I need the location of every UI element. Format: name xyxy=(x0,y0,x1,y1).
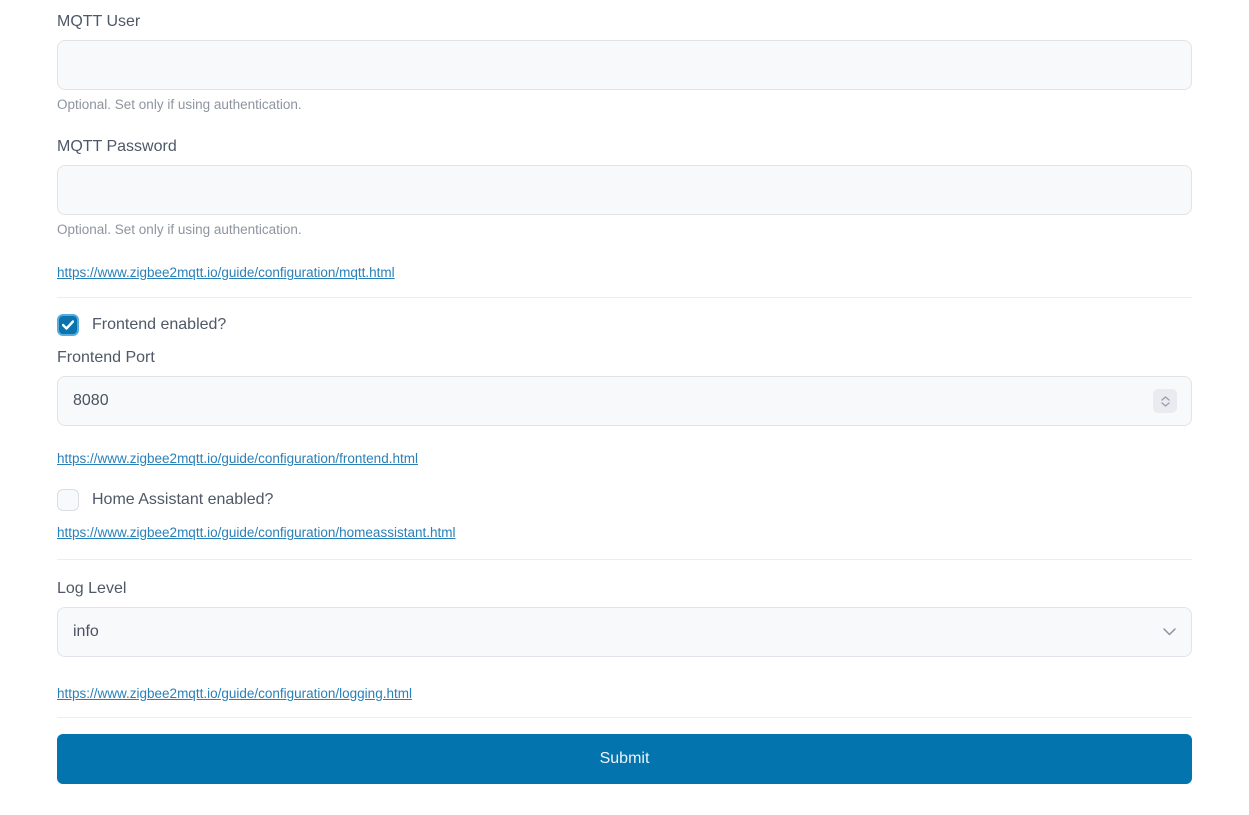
mqtt-user-label: MQTT User xyxy=(57,12,1192,31)
home-assistant-enabled-checkbox[interactable] xyxy=(57,489,79,511)
divider xyxy=(57,297,1192,298)
chevron-down-icon xyxy=(1161,402,1170,407)
home-assistant-enabled-row: Home Assistant enabled? xyxy=(57,489,1192,511)
log-level-value: info xyxy=(73,623,99,641)
log-level-label: Log Level xyxy=(57,579,1192,598)
chevron-down-icon xyxy=(1163,628,1176,636)
frontend-enabled-label[interactable]: Frontend enabled? xyxy=(92,316,226,334)
mqtt-password-help: Optional. Set only if using authenticati… xyxy=(57,221,1192,238)
home-assistant-enabled-label[interactable]: Home Assistant enabled? xyxy=(92,491,273,509)
divider xyxy=(57,559,1192,560)
frontend-doc-link[interactable]: https://www.zigbee2mqtt.io/guide/configu… xyxy=(57,450,418,467)
mqtt-password-label: MQTT Password xyxy=(57,137,1192,156)
submit-button[interactable]: Submit xyxy=(57,734,1192,784)
mqtt-user-input[interactable] xyxy=(57,40,1192,90)
mqtt-doc-link[interactable]: https://www.zigbee2mqtt.io/guide/configu… xyxy=(57,264,395,281)
divider xyxy=(57,717,1192,718)
frontend-enabled-row: Frontend enabled? xyxy=(57,314,1192,336)
mqtt-password-input[interactable] xyxy=(57,165,1192,215)
config-form: MQTT User Optional. Set only if using au… xyxy=(0,0,1249,784)
checkmark-icon xyxy=(62,320,74,330)
frontend-port-label: Frontend Port xyxy=(57,348,1192,367)
mqtt-user-help: Optional. Set only if using authenticati… xyxy=(57,96,1192,113)
log-level-select[interactable]: info xyxy=(57,607,1192,657)
number-spinner[interactable] xyxy=(1153,389,1177,413)
frontend-enabled-checkbox[interactable] xyxy=(57,314,79,336)
frontend-port-field xyxy=(57,376,1192,426)
logging-doc-link[interactable]: https://www.zigbee2mqtt.io/guide/configu… xyxy=(57,685,412,702)
frontend-port-input[interactable] xyxy=(57,376,1192,426)
chevron-up-icon xyxy=(1161,396,1170,401)
home-assistant-doc-link[interactable]: https://www.zigbee2mqtt.io/guide/configu… xyxy=(57,524,455,541)
